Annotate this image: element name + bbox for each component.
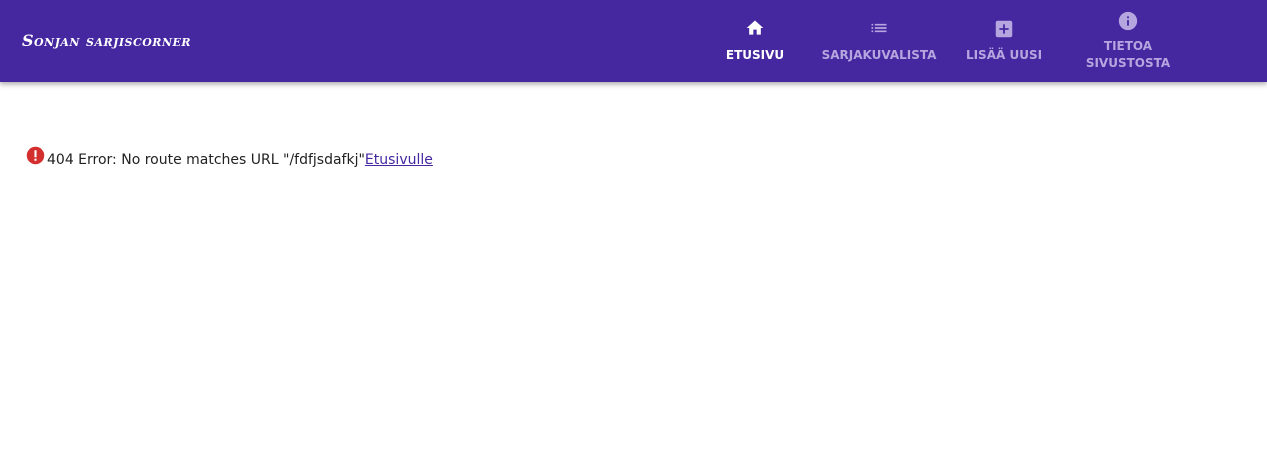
nav-item-label: SARJAKUVALISTA — [821, 48, 937, 62]
list-icon — [871, 23, 887, 33]
nav-item-lisaa-uusi[interactable]: LISÄÄ UUSI — [954, 0, 1054, 82]
error-text: 404 Error: No route matches URL "/fdfjsd… — [47, 152, 433, 168]
info-icon — [1118, 11, 1138, 31]
nav-item-label: LISÄÄ UUSI — [965, 48, 1043, 62]
nav-item-etusivu[interactable]: ETUSIVU — [705, 0, 805, 82]
nav-item-label: ETUSIVU — [725, 48, 785, 62]
nav-item-tietoa-sivustosta[interactable]: TIETOA SIVUSTOSTA — [1068, 0, 1188, 82]
home-icon — [746, 20, 764, 35]
error-message-row: 404 Error: No route matches URL "/fdfjsd… — [25, 145, 433, 168]
site-title[interactable]: Sonjan sarjiscorner — [22, 31, 191, 50]
error-message: 404 Error: No route matches URL "/fdfjsd… — [47, 152, 365, 168]
app-bar: Sonjan sarjiscorner ETUSIVU SARJAKUVALIS… — [0, 0, 1267, 82]
nav-item-label: TIETOA SIVUSTOSTA — [1085, 39, 1171, 70]
nav-item-sarjakuvalista[interactable]: SARJAKUVALISTA — [814, 0, 944, 82]
error-icon — [26, 146, 45, 165]
add-box-icon — [995, 20, 1013, 38]
home-link[interactable]: Etusivulle — [365, 152, 433, 168]
